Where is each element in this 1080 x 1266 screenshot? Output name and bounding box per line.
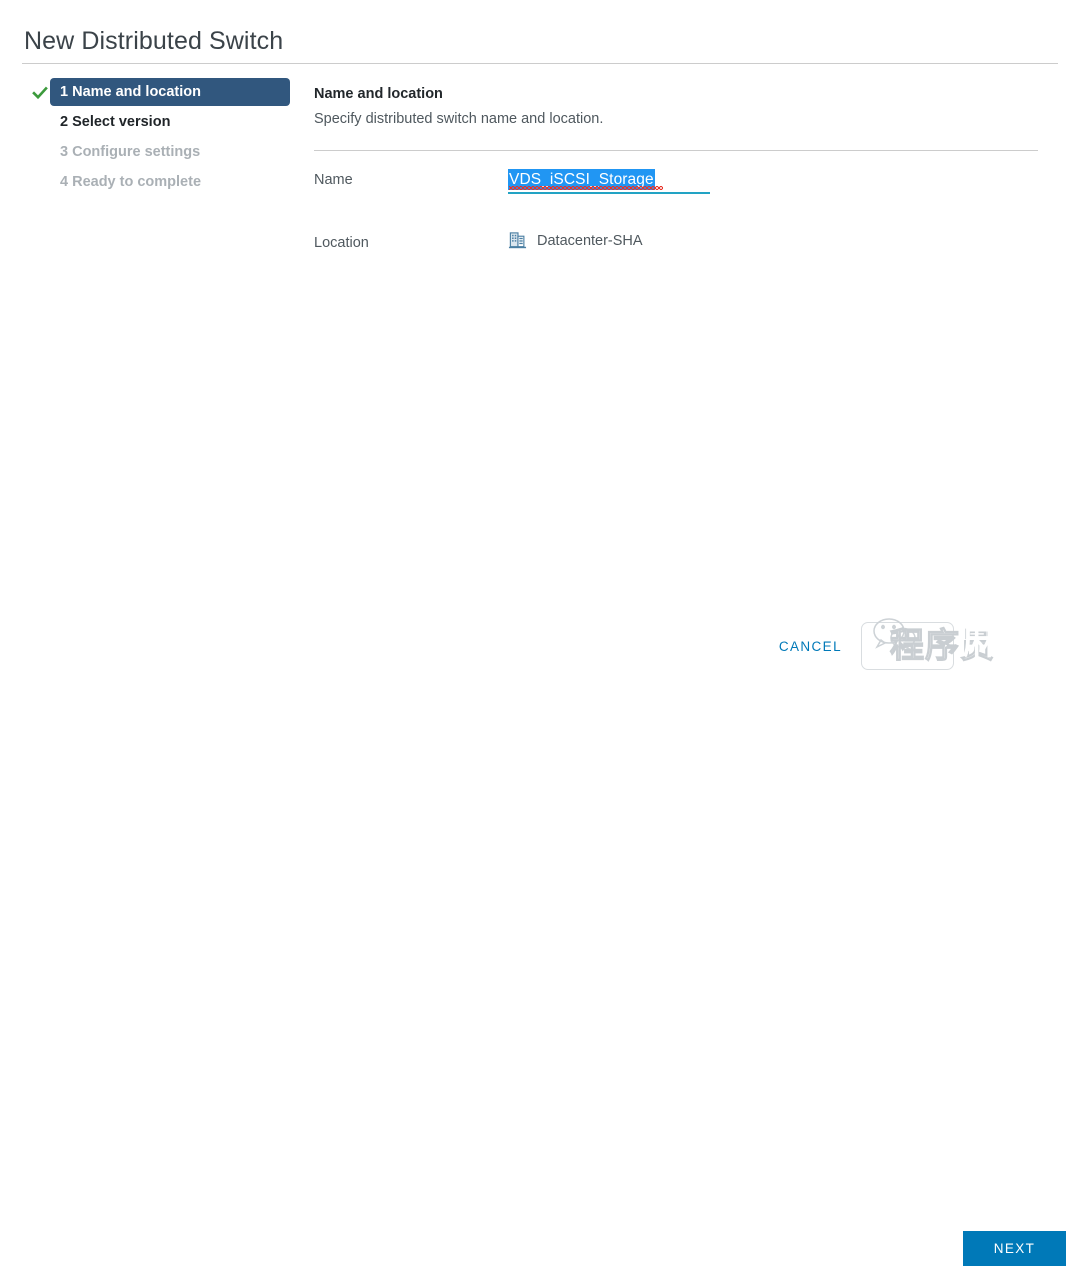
step-pill-active[interactable]: 1 Name and location: [50, 78, 290, 106]
form-row-location: Location Datacenter-SHA: [314, 231, 1038, 261]
name-field-wrap: VDS_iSCSI_Storage: [508, 168, 710, 194]
name-label: Name: [314, 172, 353, 188]
location-value: Datacenter-SHA: [537, 232, 643, 249]
step-pill: 3 Configure settings: [50, 138, 290, 166]
wizard-step-nav: 1 Name and location 2 Select version 3 C…: [22, 78, 292, 198]
content-divider: [314, 150, 1038, 151]
content-subtitle: Specify distributed switch name and loca…: [314, 111, 604, 127]
sidebar-item-configure-settings: 3 Configure settings: [22, 138, 292, 168]
next-button[interactable]: NEXT: [963, 1231, 1066, 1266]
sidebar-item-select-version[interactable]: 2 Select version: [22, 108, 292, 138]
name-input[interactable]: VDS_iSCSI_Storage: [508, 168, 710, 194]
sidebar-item-label: 4 Ready to complete: [60, 174, 202, 190]
page-title: New Distributed Switch: [24, 27, 284, 55]
content-heading: Name and location: [314, 86, 443, 102]
location-label: Location: [314, 235, 369, 251]
sidebar-item-name-and-location[interactable]: 1 Name and location: [22, 78, 292, 108]
step-pill: 4 Ready to complete: [50, 168, 290, 196]
form-row-name: Name VDS_iSCSI_Storage: [314, 168, 1038, 204]
sidebar-item-label: 2 Select version: [60, 114, 171, 130]
new-distributed-switch-wizard: New Distributed Switch 1 Name and locati…: [0, 0, 1080, 1266]
sidebar-item-label: 3 Configure settings: [60, 144, 201, 160]
step-pill[interactable]: 2 Select version: [50, 108, 290, 136]
sidebar-item-label: 1 Name and location: [60, 84, 202, 100]
header-divider: [22, 63, 1058, 64]
sidebar-item-ready-to-complete: 4 Ready to complete: [22, 168, 292, 198]
check-icon: [32, 86, 48, 100]
wizard-header: New Distributed Switch: [0, 0, 1080, 64]
location-value-group: Datacenter-SHA: [508, 231, 643, 250]
wizard-footer: CANCEL NEXT: [0, 609, 1080, 1266]
spellcheck-underline: [509, 186, 663, 190]
cancel-button[interactable]: CANCEL: [769, 630, 852, 662]
datacenter-icon: [508, 232, 527, 249]
wizard-content: Name and location Specify distributed sw…: [314, 84, 1038, 261]
